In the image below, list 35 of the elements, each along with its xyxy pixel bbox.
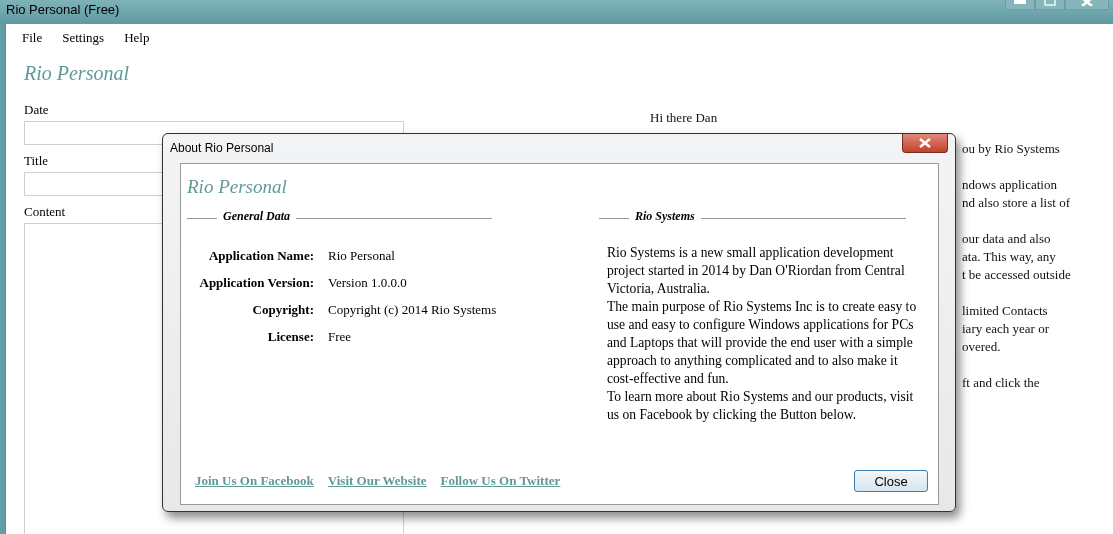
field-label: Title [24,153,49,169]
info-label: Application Version: [198,274,314,292]
section-title: Rio Systems [634,209,696,224]
minimize-icon [1014,0,1026,6]
window-title: Rio Personal (Free) [5,1,120,17]
paragraph: ou by Rio Systems [962,140,1061,158]
paragraph: To learn more about Rio Systems and our products, visit us on Facebook by clicking the Button below. [607,388,915,424]
paragraph: our data and also ata. This way, any t be accessed outside [962,230,1071,284]
section-title: General Data [222,209,291,224]
info-value: Version 1.0.0.0 [328,274,408,292]
field-label: Content [24,204,66,220]
close-button[interactable] [902,134,948,153]
info-label: Application Name: [207,247,314,265]
close-icon [1080,0,1094,6]
info-value: Rio Personal [328,247,396,265]
info-value: Free [328,328,353,346]
menu-item[interactable]: Settings [62,30,105,48]
info-label: Copyright: [251,301,314,319]
dialog-title: About Rio Personal [169,140,274,155]
dialog-heading: Rio Personal [187,176,288,199]
maximize-icon [1044,0,1056,6]
info-value: Copyright (c) 2014 Rio Systems [328,301,498,319]
paragraph: Rio Systems is a new small application development project started in 2014 by Dan O'Riordan from Central Victoria, Australia. [607,244,906,298]
close-button[interactable]: Close [854,470,928,492]
info-label: License: [266,328,314,346]
paragraph: limited Contacts iary each year or overed. [962,302,1050,356]
paragraph: ndows application nd also store a list of [962,176,1071,212]
menu-item[interactable]: File [22,30,43,48]
close-icon [918,138,932,148]
paragraph: The main purpose of Rio Systems Inc is to create easy to use and easy to configure Windows applications for PCs and Laptops that will provide the end user with a simple approach to anything complicated and to also make it cost-effective and fun. [607,298,918,388]
menu-item[interactable]: Help [124,30,150,48]
paragraph: ft and click the [962,374,1041,392]
greeting-text: Hi there Dan [650,110,719,127]
field-label: Date [24,102,49,118]
app-title: Rio Personal [23,61,130,86]
